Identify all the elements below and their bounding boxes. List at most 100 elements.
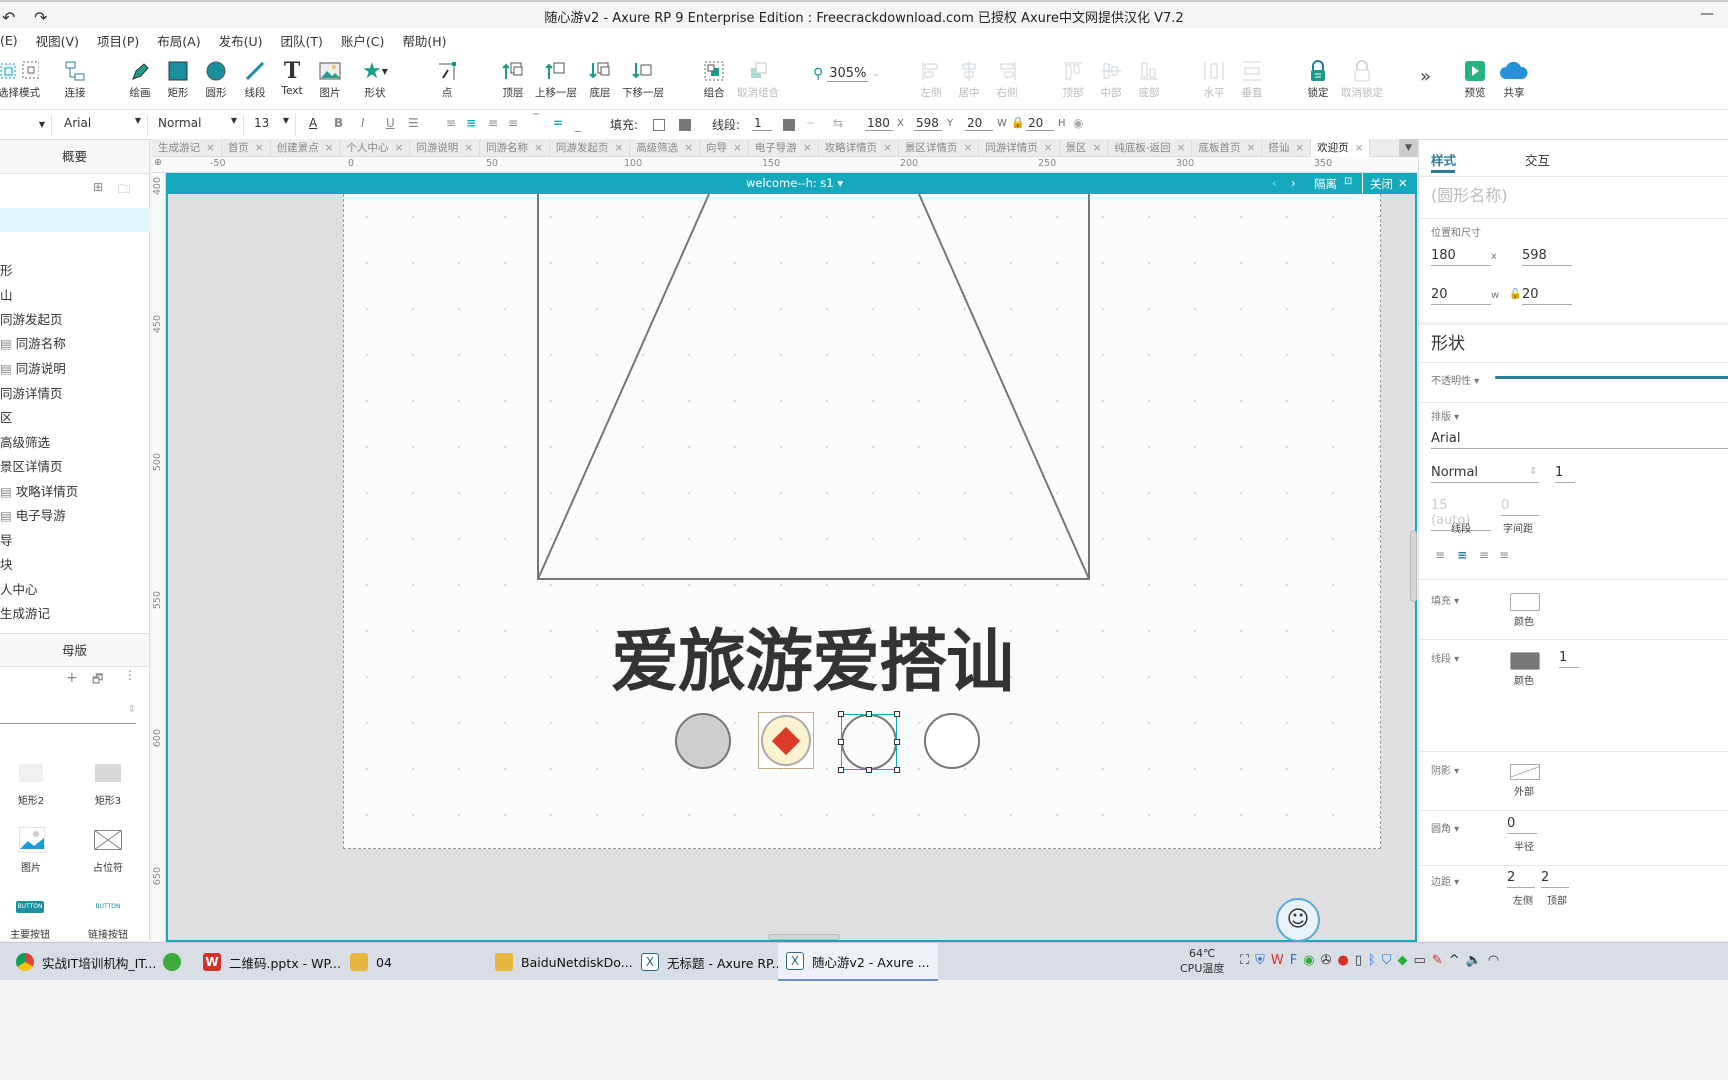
tray-security-icon[interactable]: ◆ [1398,953,1408,968]
corner-radius-input[interactable]: 0 [1507,816,1537,834]
placeholder-widget-icon[interactable] [93,829,123,853]
align-bottom-button[interactable]: 底部 [1127,58,1171,100]
add-master-icon[interactable]: + [66,670,78,686]
state-select[interactable]: welcome--h: s1 ▾ [746,176,843,190]
tray-input-icon[interactable]: ✎ [1432,953,1443,968]
valign-middle-icon[interactable]: = [553,116,563,130]
page-item[interactable]: 导 [0,530,13,549]
next-state-icon[interactable]: › [1291,176,1296,190]
welcome-heading[interactable]: 爱旅游爱搭讪 [344,606,1280,705]
bold-icon[interactable]: B [334,116,343,130]
tab-2[interactable]: 创建景点 × [271,139,341,157]
align-right-button[interactable]: 右侧 [985,58,1029,100]
page-item[interactable]: 同游发起页 [0,309,63,328]
tab-3[interactable]: 个人中心 × [340,139,411,157]
prev-state-icon[interactable]: ‹ [1272,176,1277,190]
position-x-input[interactable]: 180 [1431,248,1491,266]
tray-show-hidden-icon[interactable]: ^ [1449,953,1460,968]
fill-shadow-swatch[interactable] [679,119,691,131]
underline-icon[interactable]: U [386,116,395,130]
canvas-scrollbar-vertical[interactable] [1410,530,1417,602]
unlock-ratio-icon[interactable]: 🔓 [1509,289,1521,300]
typography-weight-select[interactable]: Normal [1431,465,1539,483]
taskbar-item[interactable]: W 二维码.pptx - WP... [195,943,349,981]
widget-rect3-thumb[interactable] [95,764,121,782]
add-folder-icon[interactable]: 🗀 [118,180,130,201]
fill-color-swatch[interactable] [1510,593,1540,611]
align-text-justify-icon[interactable]: ≡ [508,116,518,130]
tab-13[interactable]: 景区 × [1060,139,1109,157]
close-tab-icon[interactable]: × [883,139,892,157]
fill-color-swatch[interactable] [653,119,665,131]
menu-view[interactable]: 视图(V) [36,31,79,50]
font-size-select[interactable]: 13 ▼ [248,114,296,136]
tab-7[interactable]: 高级筛选 × [630,139,700,157]
image-button[interactable]: 图片 [308,58,352,100]
tabs-dropdown-icon[interactable]: ▼ [1399,139,1418,157]
taskbar-item[interactable]: BaiduNetdiskDo... [487,943,641,981]
corner-radius-label[interactable]: 圆角 ▾ [1431,820,1459,835]
isolate-icon[interactable]: ⊡ [1344,176,1352,187]
tab-4[interactable]: 同游说明 × [410,139,481,157]
lock-button[interactable]: 锁定 [1296,58,1340,100]
close-tab-icon[interactable]: × [534,139,543,157]
close-tab-icon[interactable]: × [325,139,334,157]
position-y-input[interactable]: 598 [1522,248,1572,266]
tab-14[interactable]: 纯底板-返回 × [1108,139,1193,157]
library-select[interactable]: ⇕ [0,702,136,724]
isolate-button[interactable]: 隔离 [1314,176,1337,192]
page-artboard[interactable]: 爱旅游爱搭讪 [343,194,1381,849]
tray-f-icon[interactable]: F [1290,953,1297,968]
more-tools-button[interactable]: » [1420,66,1431,87]
carousel-dot[interactable] [675,713,731,769]
page-item[interactable]: 同游详情页 [0,383,63,402]
tray-bluetooth-icon[interactable]: ᛒ [1368,953,1376,968]
tray-shield2-icon[interactable]: ⛉ [1382,953,1392,968]
minimize-button[interactable]: — [1700,6,1714,22]
visibility-eye-icon[interactable]: ◉ [1073,116,1083,130]
opacity-slider[interactable] [1495,376,1728,379]
h-input[interactable]: 20 [1026,116,1054,131]
stroke-pattern-icon[interactable]: ┄ [807,116,814,130]
page-item[interactable]: 高级筛选 [0,432,50,451]
x-input[interactable]: 180 [865,116,893,131]
page-item[interactable]: 景区详情页 [0,456,63,475]
master-folder-icon[interactable]: 🗗 [92,670,103,691]
menu-help[interactable]: 帮助(H) [402,31,446,50]
close-tab-icon[interactable]: × [684,139,693,157]
carousel-dot-selected[interactable] [758,712,814,769]
stroke-width-input[interactable]: 1 [1559,650,1579,668]
bring-to-front-button[interactable]: 顶层 [491,58,535,100]
zoom-control[interactable]: ⚲ 305% ⌄ [813,66,880,82]
stroke-color-swatch[interactable] [1510,652,1540,670]
primary-button-widget[interactable]: BUTTON [16,901,44,913]
preview-button[interactable]: 预览 [1453,58,1497,100]
unlock-button[interactable]: 取消锁定 [1340,58,1384,100]
tab-12[interactable]: 同游详情页 × [979,139,1060,157]
taskbar-item[interactable] [155,943,189,981]
taskbar-item[interactable]: 04 [342,943,400,981]
close-icon[interactable]: ✕ [1398,176,1408,190]
tab-6[interactable]: 同游发起页 × [550,139,631,157]
group-button[interactable]: 组合 [692,58,736,100]
close-tab-icon[interactable]: × [1355,139,1364,157]
tray-app-icon[interactable]: ⛶ [1240,953,1249,968]
link-button-widget[interactable]: BUTTON [94,901,122,913]
menu-publish[interactable]: 发布(U) [219,31,263,50]
close-tab-icon[interactable]: × [1295,139,1304,157]
page-item[interactable]: 山 [0,285,13,304]
tab-9[interactable]: 电子导游 × [749,139,819,157]
point-button[interactable]: 点 [425,58,469,100]
canvas-scrollbar-horizontal[interactable] [768,934,840,940]
page-item[interactable]: 形 [0,260,13,279]
font-color-icon[interactable]: A [309,116,317,130]
close-tab-icon[interactable]: × [963,139,972,157]
page-item[interactable]: 人中心 [0,579,38,598]
close-tab-icon[interactable]: × [1246,139,1255,157]
align-text-right-icon[interactable]: ≡ [488,116,498,130]
tray-wps-icon[interactable]: W [1271,953,1284,968]
distribute-vertical-button[interactable]: 垂直 [1230,58,1274,100]
typography-font-select[interactable]: Arial [1431,431,1728,449]
menu-team[interactable]: 团队(T) [280,31,322,50]
assistant-avatar-icon[interactable]: ☺ [1276,898,1320,942]
